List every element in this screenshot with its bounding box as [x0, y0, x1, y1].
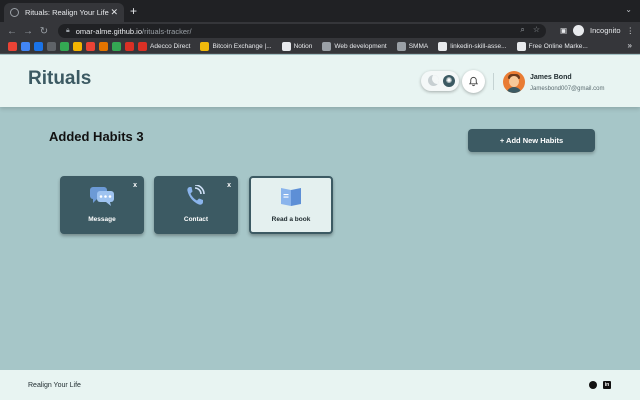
bookmark-item[interactable] — [60, 42, 69, 51]
globe-icon — [10, 8, 19, 17]
incognito-avatar-icon[interactable] — [573, 25, 585, 36]
close-tab-icon[interactable]: ✕ — [110, 7, 118, 18]
habit-label: Contact — [183, 216, 209, 223]
app-header: Rituals ✺ James Bond Jamesbond007@gmail.… — [0, 55, 640, 107]
bookmark-label: Free Online Marke... — [528, 43, 588, 50]
notifications-button[interactable] — [462, 70, 485, 93]
bookmark-favicon-icon — [125, 42, 134, 51]
browser-tab[interactable]: Rituals: Realign Your Life ✕ — [4, 3, 124, 22]
bookmark-favicon-icon — [73, 42, 82, 51]
bookmark-favicon-icon — [322, 42, 332, 51]
url-text: omar-alme.github.io/rituals-tracker/ — [76, 27, 192, 36]
linkedin-icon[interactable]: in — [603, 381, 611, 389]
habit-label: Message — [88, 216, 116, 223]
habit-card-contact[interactable]: x Contact — [154, 176, 238, 234]
remove-habit-icon[interactable]: x — [227, 182, 231, 189]
address-bar[interactable]: 🔒︎ omar-alme.github.io/rituals-tracker/ … — [58, 24, 546, 38]
reload-icon[interactable]: ↻ — [36, 26, 52, 37]
bookmark-item[interactable]: linkedin-skill-asse... — [438, 42, 507, 51]
browser-toolbar: ← → ↻ 🔒︎ omar-alme.github.io/rituals-tra… — [0, 22, 640, 40]
bookmark-favicon-icon — [34, 42, 43, 51]
new-tab-icon[interactable]: + — [130, 4, 137, 18]
bookmark-favicon-icon — [200, 42, 210, 51]
bookmark-favicon-icon — [396, 42, 406, 51]
habit-card-read-a-book[interactable]: Read a book — [249, 176, 333, 234]
url-host: omar-alme.github.io — [75, 26, 143, 36]
bookmark-item[interactable]: Bitcoin Exchange |... — [200, 42, 272, 51]
bookmark-item[interactable]: SMMA — [396, 42, 429, 51]
bookmark-item[interactable] — [86, 42, 95, 51]
avatar[interactable] — [503, 71, 525, 93]
bookmark-favicon-icon — [8, 42, 17, 51]
profile-label[interactable]: Incognito — [590, 26, 620, 35]
side-panel-icon[interactable]: ▣ — [560, 26, 567, 35]
habit-card-message[interactable]: x Message — [60, 176, 144, 234]
phone-call-icon — [187, 185, 205, 205]
bookmark-favicon-icon — [516, 42, 526, 51]
forward-icon[interactable]: → — [20, 26, 36, 37]
bookmark-item[interactable]: Web development — [322, 42, 387, 51]
bookmark-favicon-icon — [21, 42, 30, 51]
bookmark-label: Bitcoin Exchange |... — [212, 43, 272, 50]
bookmark-label: Web development — [334, 43, 387, 50]
bookmark-favicon-icon — [60, 42, 69, 51]
bookmark-item[interactable]: Adecco Direct — [138, 42, 190, 51]
app-footer: Realign Your Life in — [0, 370, 640, 400]
back-icon[interactable]: ← — [4, 26, 20, 37]
tab-title: Rituals: Realign Your Life — [25, 8, 109, 17]
chevron-down-icon[interactable]: ⌄ — [625, 5, 632, 14]
theme-toggle[interactable]: ✺ — [421, 71, 459, 91]
bookmark-item[interactable] — [125, 42, 134, 51]
bookmark-item[interactable] — [112, 42, 121, 51]
footer-tagline: Realign Your Life — [28, 382, 81, 389]
app-logo[interactable]: Rituals — [28, 68, 91, 90]
bookmark-label: SMMA — [408, 43, 429, 50]
bookmark-item[interactable] — [8, 42, 17, 51]
bookmark-item[interactable] — [47, 42, 56, 51]
bookmark-item[interactable] — [73, 42, 82, 51]
browser-tab-bar: Rituals: Realign Your Life ✕ + ⌄ — [0, 0, 640, 22]
bell-icon — [468, 76, 479, 87]
bookmarks-overflow-icon[interactable]: » — [628, 41, 632, 50]
bookmark-favicon-icon — [138, 42, 147, 51]
bookmark-item[interactable] — [99, 42, 108, 51]
zoom-search-icon[interactable]: ⌕ — [520, 25, 524, 35]
url-path: /rituals-tracker/ — [142, 26, 192, 36]
bookmark-item[interactable] — [34, 42, 43, 51]
moon-icon — [428, 75, 439, 86]
sun-icon: ✺ — [443, 75, 455, 87]
user-email: Jamesbond007@gmail.com — [530, 86, 605, 92]
bookmark-label: linkedin-skill-asse... — [450, 43, 507, 50]
bookmark-label: Adecco Direct — [150, 43, 191, 50]
bookmark-favicon-icon — [86, 42, 95, 51]
bookmark-star-icon[interactable]: ☆ — [533, 25, 540, 35]
menu-icon[interactable]: ⋮ — [627, 26, 635, 35]
bookmark-favicon-icon — [112, 42, 121, 51]
habit-label: Read a book — [271, 216, 311, 223]
github-icon[interactable] — [589, 381, 597, 389]
bookmark-favicon-icon — [281, 42, 291, 51]
bookmark-item[interactable] — [21, 42, 30, 51]
bookmark-item[interactable]: Free Online Marke... — [516, 42, 588, 51]
user-name: James Bond — [530, 74, 572, 81]
bookmark-label: Notion — [293, 43, 313, 50]
lock-icon[interactable]: 🔒︎ — [66, 27, 70, 35]
remove-habit-icon[interactable]: x — [133, 182, 137, 189]
bookmarks-bar: Adecco Direct Bitcoin Exchange |... Notion… — [0, 40, 640, 54]
header-divider — [493, 73, 494, 90]
page-title: Added Habits 3 — [49, 129, 144, 144]
bookmark-favicon-icon — [438, 42, 448, 51]
book-icon — [281, 188, 301, 206]
chat-bubbles-icon — [90, 187, 114, 206]
bookmark-favicon-icon — [47, 42, 56, 51]
bookmark-item[interactable]: Notion — [281, 42, 313, 51]
bookmark-favicon-icon — [99, 42, 108, 51]
add-habit-button[interactable]: + Add New Habits — [468, 129, 595, 152]
